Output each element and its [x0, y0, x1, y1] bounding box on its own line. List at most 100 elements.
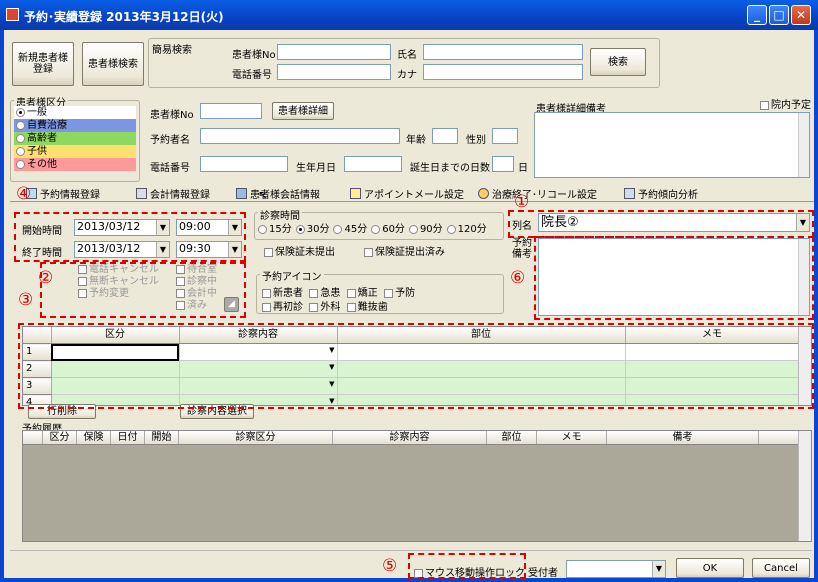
phone-label: 電話番号	[150, 163, 190, 174]
patient-no-input[interactable]	[200, 103, 262, 119]
in-clinic-checkbox[interactable]: 院内予定	[760, 96, 811, 111]
annotation-number-2: ②	[38, 268, 54, 288]
window-border-left	[0, 30, 4, 582]
gender-label: 性別	[466, 135, 486, 146]
minimize-button[interactable]: _	[747, 5, 767, 25]
history-column-header[interactable]: 診察内容	[333, 431, 487, 444]
quick-name-label: 氏名	[397, 50, 417, 61]
history-column-header[interactable]: 区分	[43, 431, 77, 444]
annotation-number-5: ⑤	[382, 556, 398, 576]
prevention-checkbox[interactable]: 予防	[384, 288, 415, 299]
quick-phone-input[interactable]	[277, 64, 391, 80]
mail-icon	[350, 187, 361, 199]
exam-time-option[interactable]: 45分	[333, 224, 367, 235]
quick-phone-label: 電話番号	[232, 70, 272, 81]
history-header: 区分 保険 日付 開始 診察区分 診察内容 部位 メモ 備考	[23, 431, 799, 445]
exam-time-option[interactable]: 30分	[295, 224, 329, 235]
annotation-number-1: ①	[514, 192, 530, 212]
annotation-box-4	[14, 212, 246, 262]
history-column-header[interactable]: 日付	[111, 431, 145, 444]
patient-category-option[interactable]: 一般	[14, 106, 136, 119]
new-patient-button[interactable]: 新規患者様 登録	[12, 42, 74, 86]
chevron-down-icon: ▼	[652, 561, 665, 577]
exam-time-option[interactable]: 15分	[258, 224, 292, 235]
title-bar: 予約･実績登録 2013年3月12日(火) _ □ ✕	[0, 0, 818, 30]
patient-notes-input[interactable]	[534, 112, 810, 178]
gender-input[interactable]	[492, 128, 518, 144]
patient-details-button[interactable]: 患者様詳細	[272, 102, 334, 120]
close-button[interactable]: ✕	[791, 5, 811, 25]
phone-input[interactable]	[200, 156, 288, 172]
exam-time-option[interactable]: 120分	[446, 224, 487, 235]
receptionist-label: 受付者	[528, 568, 558, 579]
cancel-button[interactable]: Cancel	[752, 558, 810, 578]
patient-category-option[interactable]: 高齢者	[14, 132, 136, 145]
surgery-checkbox[interactable]: 外科	[309, 302, 340, 313]
reserve-icons-row1: 新患者 急患 矯正 予防	[262, 284, 415, 299]
calculator-icon	[136, 187, 147, 199]
reserver-name-label: 予約者名	[150, 135, 190, 146]
patient-category-option[interactable]: 子供	[14, 145, 136, 158]
history-grid: 区分 保険 日付 開始 診察区分 診察内容 部位 メモ 備考	[22, 430, 812, 542]
reserver-name-input[interactable]	[200, 128, 400, 144]
window-title: 予約･実績登録 2013年3月12日(火)	[24, 10, 224, 24]
difficult-extraction-checkbox[interactable]: 難抜歯	[346, 302, 388, 313]
mouse-cursor-icon: ↖	[258, 188, 269, 202]
revisit-checkbox[interactable]: 再初診	[262, 302, 303, 313]
insurance-not-submitted-checkbox[interactable]: 保険証未提出	[264, 243, 335, 258]
annotation-box-6	[534, 236, 814, 320]
annotation-box-3	[18, 323, 814, 409]
days-unit-label: 日	[518, 163, 528, 174]
history-corner	[23, 431, 43, 444]
history-column-header[interactable]: メモ	[537, 431, 607, 444]
age-input[interactable]	[432, 128, 458, 144]
tab-accounting[interactable]: 会計情報登録	[136, 184, 210, 202]
patient-category-option[interactable]: その他	[14, 158, 136, 171]
reserve-notes-label: 予約 備考	[512, 238, 532, 260]
tab-conversation[interactable]: 患者様会話情報	[236, 184, 320, 202]
window-border-right	[814, 30, 818, 582]
history-column-header[interactable]: 備考	[607, 431, 759, 444]
birthday-label: 生年月日	[296, 163, 336, 174]
history-column-header[interactable]: 開始	[145, 431, 179, 444]
days-to-birthday-input[interactable]	[492, 156, 514, 172]
annotation-number-6: ⑥	[510, 268, 526, 288]
quick-name-input[interactable]	[423, 44, 583, 60]
quick-kana-label: カナ	[397, 70, 417, 81]
exam-time-options: 15分 30分 45分 60分 90分 120分	[258, 220, 491, 235]
exam-time-option[interactable]: 90分	[408, 224, 443, 235]
receptionist-select[interactable]: ▼	[566, 560, 666, 578]
annotation-number-4: ④	[16, 184, 32, 204]
exam-time-option[interactable]: 60分	[371, 224, 405, 235]
reserve-icons-row2: 再初診 外科 難抜歯	[262, 298, 388, 313]
days-to-birthday-label: 誕生日までの日数	[410, 163, 490, 174]
age-label: 年齢	[406, 135, 426, 146]
history-column-header[interactable]: 診察区分	[179, 431, 333, 444]
patient-search-button[interactable]: 患者様検索	[82, 42, 144, 86]
search-button[interactable]: 検索	[590, 48, 646, 76]
patient-notes-scrollbar[interactable]	[798, 113, 809, 177]
tab-appointment-mail[interactable]: アポイントメール設定	[350, 184, 464, 202]
patient-category-option[interactable]: 自費治療	[14, 119, 136, 132]
history-scrollbar[interactable]	[798, 431, 811, 541]
maximize-button[interactable]: □	[769, 5, 789, 25]
ok-button[interactable]: OK	[676, 558, 744, 578]
annotation-box-2	[40, 262, 246, 318]
patient-category-list: 一般 自費治療 高齢者 子供 その他	[14, 106, 136, 171]
tab-treatment-recall[interactable]: 治療終了･リコール設定	[478, 184, 597, 202]
quick-patient-no-input[interactable]	[277, 44, 391, 60]
history-column-header[interactable]: 部位	[487, 431, 537, 444]
recall-icon	[478, 187, 489, 199]
history-column-header[interactable]: 保険	[77, 431, 111, 444]
analysis-icon	[624, 187, 635, 199]
tab-reservation-info[interactable]: 予約情報登録	[26, 184, 100, 202]
insurance-submitted-checkbox[interactable]: 保険証提出済み	[364, 243, 445, 258]
footer-divider	[10, 550, 812, 551]
quick-kana-input[interactable]	[423, 64, 583, 80]
app-icon	[6, 8, 19, 21]
tab-reservation-analysis[interactable]: 予約傾向分析	[624, 184, 698, 202]
patient-no-label: 患者様No	[150, 110, 194, 121]
birthday-input[interactable]	[344, 156, 402, 172]
contact-card-icon	[236, 187, 247, 199]
annotation-number-3: ③	[18, 290, 34, 310]
